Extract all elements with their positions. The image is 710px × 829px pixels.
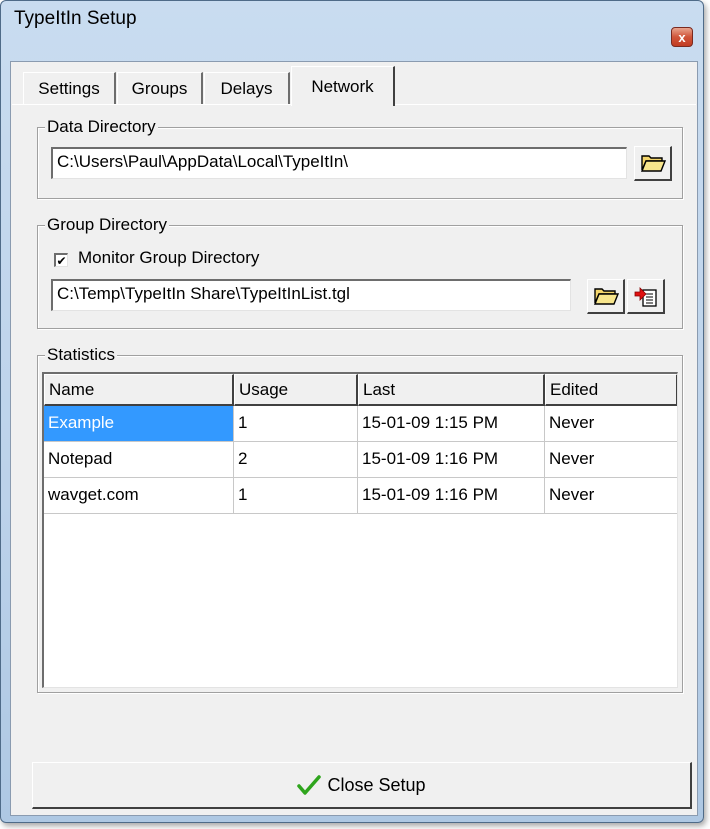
- group-directory-group: Group Directory ✔ Monitor Group Director…: [37, 214, 683, 329]
- column-header-edited[interactable]: Edited: [545, 374, 677, 406]
- cell-edited[interactable]: Never: [545, 478, 677, 514]
- group-directory-legend: Group Directory: [45, 214, 169, 236]
- cell-edited[interactable]: Never: [545, 406, 677, 442]
- export-list-icon: [634, 287, 657, 307]
- title-bar[interactable]: TypeItIn Setup: [1, 1, 703, 35]
- column-header-last[interactable]: Last: [358, 374, 545, 406]
- table-row[interactable]: Example 1 15-01-09 1:15 PM Never: [44, 406, 677, 442]
- statistics-legend: Statistics: [45, 344, 118, 366]
- tab-groups[interactable]: Groups: [117, 72, 203, 104]
- tab-delays[interactable]: Delays: [204, 72, 290, 104]
- setup-window: TypeItIn Setup x Settings Groups Delays …: [0, 0, 704, 823]
- group-directory-path-field[interactable]: C:\Temp\TypeItIn Share\TypeItInList.tgl: [51, 279, 571, 311]
- tab-network-label: Network: [311, 76, 374, 96]
- monitor-group-directory-label[interactable]: Monitor Group Directory: [78, 248, 259, 268]
- data-directory-group: Data Directory C:\Users\Paul\AppData\Loc…: [37, 116, 683, 199]
- table-row[interactable]: wavget.com 1 15-01-09 1:16 PM Never: [44, 478, 677, 514]
- monitor-group-directory-checkbox[interactable]: ✔: [54, 253, 68, 267]
- dialog-client-area: Settings Groups Delays Network Data Dire…: [10, 61, 698, 816]
- close-setup-button[interactable]: Close Setup: [32, 762, 692, 809]
- column-header-usage[interactable]: Usage: [234, 374, 358, 406]
- tab-strip: Settings Groups Delays Network: [11, 62, 697, 110]
- window-title: TypeItIn Setup: [14, 8, 137, 29]
- folder-open-icon: [593, 288, 619, 305]
- browse-group-directory-button[interactable]: [587, 279, 625, 314]
- statistics-table[interactable]: Name Usage Last Edited Example 1 15-01-0…: [42, 372, 678, 688]
- cell-usage[interactable]: 1: [234, 478, 358, 514]
- data-directory-legend: Data Directory: [45, 116, 158, 138]
- close-icon: x: [678, 29, 686, 45]
- tab-settings-label: Settings: [38, 78, 100, 98]
- table-row[interactable]: Notepad 2 15-01-09 1:16 PM Never: [44, 442, 677, 478]
- checkmark-icon: ✔: [56, 253, 67, 268]
- column-header-name[interactable]: Name: [44, 374, 234, 406]
- cell-last[interactable]: 15-01-09 1:16 PM: [358, 478, 545, 514]
- data-directory-path-field[interactable]: C:\Users\Paul\AppData\Local\TypeItIn\: [51, 147, 627, 179]
- tab-network[interactable]: Network: [291, 66, 395, 106]
- cell-name[interactable]: Notepad: [44, 442, 234, 478]
- tab-groups-label: Groups: [131, 78, 188, 98]
- statistics-group: Statistics Name Usage Last Edited Exampl…: [37, 344, 683, 693]
- cell-usage[interactable]: 2: [234, 442, 358, 478]
- folder-open-icon: [640, 155, 666, 172]
- green-checkmark-icon: [297, 775, 322, 795]
- browse-data-directory-button[interactable]: [634, 146, 672, 181]
- cell-last[interactable]: 15-01-09 1:15 PM: [358, 406, 545, 442]
- tab-delays-label: Delays: [220, 78, 273, 98]
- cell-usage[interactable]: 1: [234, 406, 358, 442]
- export-group-list-button[interactable]: [627, 279, 665, 314]
- cell-last[interactable]: 15-01-09 1:16 PM: [358, 442, 545, 478]
- cell-edited[interactable]: Never: [545, 442, 677, 478]
- close-setup-label: Close Setup: [327, 774, 426, 795]
- window-close-button[interactable]: x: [671, 27, 693, 47]
- cell-name[interactable]: Example: [44, 406, 234, 442]
- tab-settings[interactable]: Settings: [23, 72, 116, 104]
- cell-name[interactable]: wavget.com: [44, 478, 234, 514]
